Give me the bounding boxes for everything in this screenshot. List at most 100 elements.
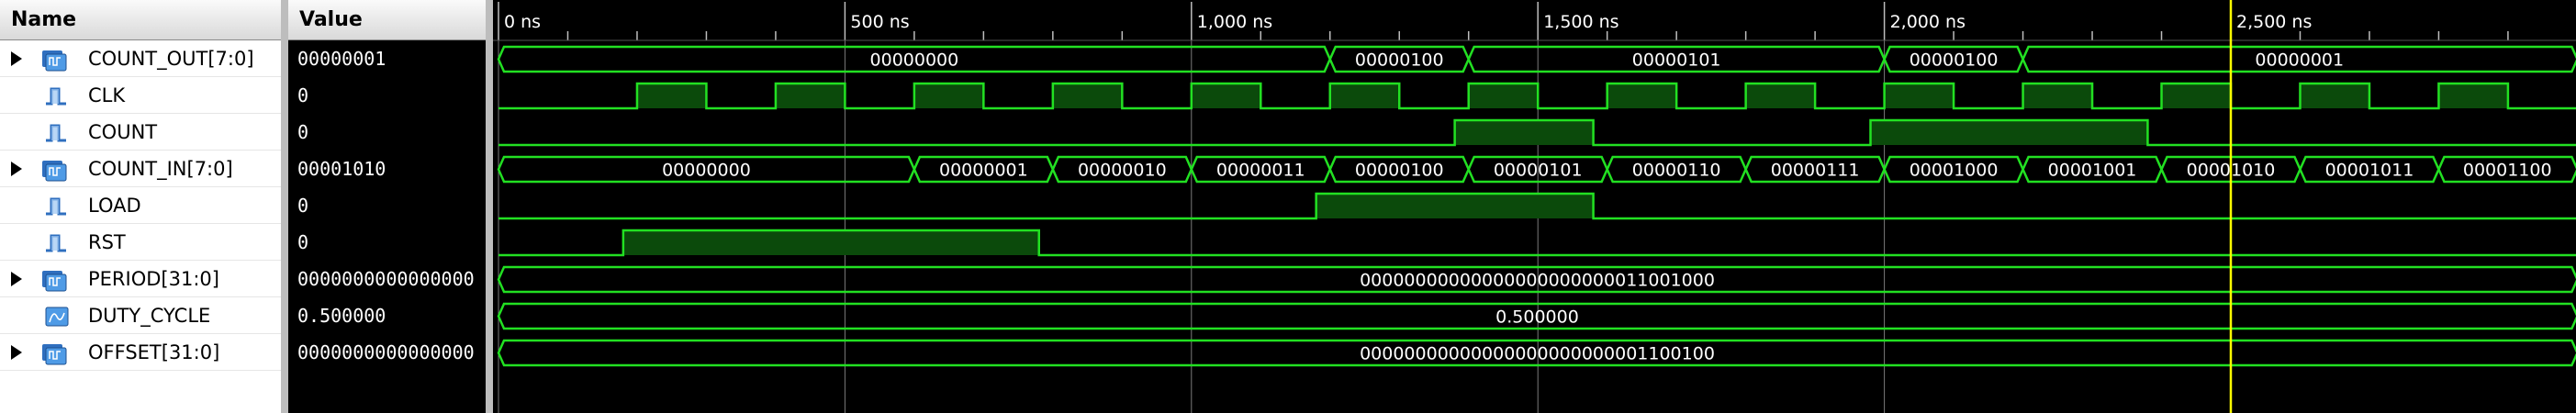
signal-row-duty-cycle[interactable]: DUTY_CYCLE xyxy=(0,297,281,334)
real-signal-icon xyxy=(40,304,72,329)
waveform-pane[interactable]: 0 ns 500 ns 1,000 ns 1,500 ns 2,000 ns 2,500 … xyxy=(493,0,2576,413)
bus-signal-icon xyxy=(40,157,72,183)
signal-name: PERIOD[31:0] xyxy=(88,268,219,290)
high-pulse xyxy=(1316,194,1594,218)
bus-value-label: 00000001 xyxy=(939,161,1028,181)
name-column-header[interactable]: Name xyxy=(0,0,281,40)
high-pulse xyxy=(775,84,846,108)
high-pulse xyxy=(913,84,984,108)
column-splitter[interactable] xyxy=(486,0,493,413)
signal-row-rst[interactable]: RST xyxy=(0,224,281,261)
bus-value-label: 00001100 xyxy=(2463,161,2552,181)
high-pulse xyxy=(2438,84,2508,108)
signal-name: COUNT_OUT[7:0] xyxy=(88,48,254,70)
signal-row-clk[interactable]: CLK xyxy=(0,77,281,114)
value-row-offset-31-0: 0000000000000000 xyxy=(288,334,486,371)
signal-name: DUTY_CYCLE xyxy=(88,305,211,327)
high-pulse xyxy=(1052,84,1123,108)
high-pulse xyxy=(1884,84,1954,108)
bit-signal-icon xyxy=(40,84,72,109)
bit-signal-icon xyxy=(40,120,72,146)
time-tick-label: 2,000 ns xyxy=(1890,12,1966,32)
signal-name: OFFSET[31:0] xyxy=(88,341,220,363)
expand-arrow-icon[interactable] xyxy=(11,51,22,66)
signal-value: 0 xyxy=(297,231,309,253)
high-pulse xyxy=(2161,84,2231,108)
column-splitter[interactable] xyxy=(281,0,288,413)
bus-value-label: 00000000 xyxy=(662,161,751,181)
high-pulse xyxy=(636,84,707,108)
signal-name: COUNT xyxy=(88,121,158,143)
bus-value-label: 00000011 xyxy=(1216,161,1305,181)
bus-value-label: 00000110 xyxy=(1632,161,1721,181)
signal-value: 0000000000000000 xyxy=(297,268,475,290)
bit-signal-icon xyxy=(40,194,72,219)
time-tick-label: 1,000 ns xyxy=(1197,12,1272,32)
high-pulse xyxy=(1191,84,1261,108)
waveform-canvas[interactable]: 0 ns 500 ns 1,000 ns 1,500 ns 2,000 ns 2,500 … xyxy=(493,0,2576,413)
high-pulse xyxy=(1468,84,1539,108)
signal-value: 00001010 xyxy=(297,158,386,180)
name-column: Name COUNT_OUT[7:0] CLK COUNT COUNT_IN[7:0]… xyxy=(0,0,281,413)
bus-value-label: 00000100 xyxy=(1910,50,1999,71)
bit-signal-icon xyxy=(40,230,72,256)
value-row-rst: 0 xyxy=(288,224,486,261)
value-row-load: 0 xyxy=(288,187,486,224)
expand-arrow-icon[interactable] xyxy=(11,162,22,176)
high-pulse xyxy=(1454,120,1594,145)
signal-name: CLK xyxy=(88,84,126,106)
signal-row-count[interactable]: COUNT xyxy=(0,114,281,151)
value-column-header[interactable]: Value xyxy=(288,0,486,40)
value-column: Value 00000001 0 0 00001010 0 0 00000000000000… xyxy=(288,0,486,413)
signal-name: LOAD xyxy=(88,195,141,217)
time-tick-label: 1,500 ns xyxy=(1543,12,1618,32)
signal-value: 00000001 xyxy=(297,48,386,70)
signal-name: RST xyxy=(88,231,126,253)
signal-row-count-in-7-0[interactable]: COUNT_IN[7:0] xyxy=(0,151,281,187)
high-pulse xyxy=(1607,84,1677,108)
signal-name: COUNT_IN[7:0] xyxy=(88,158,233,180)
signal-value: 0 xyxy=(297,84,309,106)
signal-row-period-31-0[interactable]: PERIOD[31:0] xyxy=(0,261,281,297)
high-pulse xyxy=(1870,120,2148,145)
signal-value: 0000000000000000 xyxy=(297,341,475,363)
signal-row-offset-31-0[interactable]: OFFSET[31:0] xyxy=(0,334,281,371)
value-row-period-31-0: 0000000000000000 xyxy=(288,261,486,297)
value-row-count-in-7-0: 00001010 xyxy=(288,151,486,187)
bus-value-label: 00000000000000000000000011001000 xyxy=(1360,271,1715,291)
high-pulse xyxy=(2300,84,2369,108)
bus-signal-icon xyxy=(40,340,72,366)
signal-row-count-out-7-0[interactable]: COUNT_OUT[7:0] xyxy=(0,40,281,77)
bus-value-label: 00000010 xyxy=(1078,161,1167,181)
bus-value-label: 00000100 xyxy=(1355,50,1444,71)
bus-value-label: 00000001 xyxy=(2255,50,2344,71)
high-pulse xyxy=(1745,84,1816,108)
expand-arrow-icon[interactable] xyxy=(11,272,22,286)
time-tick-label: 0 ns xyxy=(504,12,541,32)
expand-arrow-icon[interactable] xyxy=(11,345,22,360)
signal-row-load[interactable]: LOAD xyxy=(0,187,281,224)
signal-value: 0 xyxy=(297,121,309,143)
bus-value-label: 00000111 xyxy=(1771,161,1860,181)
bus-value-label: 00001000 xyxy=(1910,161,1999,181)
value-row-count-out-7-0: 00000001 xyxy=(288,40,486,77)
bus-value-label: 00000000000000000000000001100100 xyxy=(1360,344,1715,364)
bus-value-label: 00000000 xyxy=(870,50,959,71)
bus-value-label: 00000101 xyxy=(1494,161,1583,181)
high-pulse xyxy=(622,230,1039,255)
bus-value-label: 00000100 xyxy=(1355,161,1444,181)
bus-value-label: 00001011 xyxy=(2325,161,2414,181)
bus-signal-icon xyxy=(40,47,72,73)
bus-value-label: 00001001 xyxy=(2048,161,2137,181)
value-row-count: 0 xyxy=(288,114,486,151)
bus-signal-icon xyxy=(40,267,72,293)
time-tick-label: 500 ns xyxy=(850,12,909,32)
bus-value-label: 00000101 xyxy=(1632,50,1721,71)
signal-value: 0.500000 xyxy=(297,305,386,327)
signal-value: 0 xyxy=(297,195,309,217)
high-pulse xyxy=(1329,84,1400,108)
bus-value-label: 0.500000 xyxy=(1495,307,1579,328)
high-pulse xyxy=(2022,84,2093,108)
value-row-clk: 0 xyxy=(288,77,486,114)
time-tick-label: 2,500 ns xyxy=(2236,12,2312,32)
